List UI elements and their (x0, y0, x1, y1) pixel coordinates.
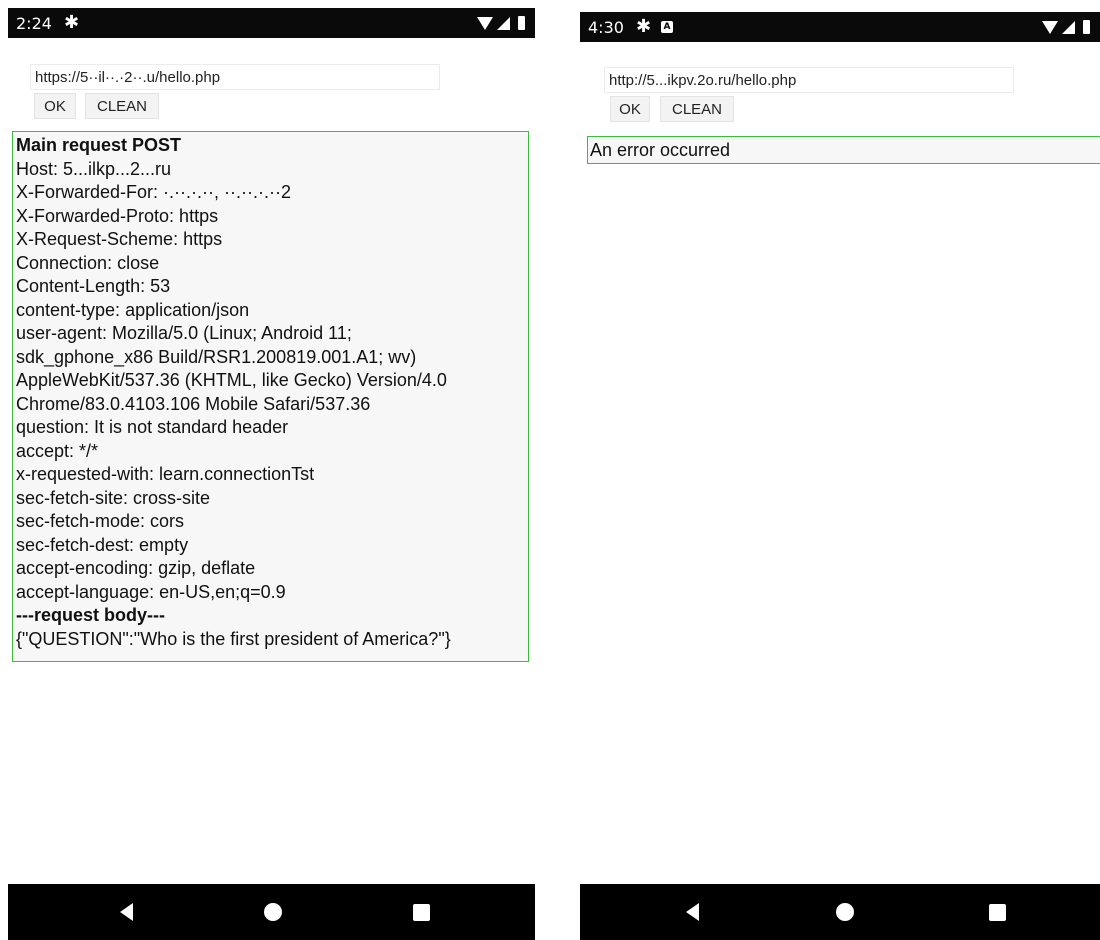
status-bar: 2:24 ✱ (8, 8, 535, 38)
error-message: An error occurred (587, 136, 1100, 164)
response-title: Main request POST (16, 135, 182, 155)
header-line: sec-fetch-dest: empty (16, 534, 189, 555)
cell-signal-icon (1062, 20, 1075, 34)
home-button[interactable] (825, 884, 865, 940)
recents-icon (412, 903, 430, 921)
back-button[interactable] (106, 884, 146, 940)
url-input[interactable] (604, 67, 1014, 93)
header-line: sec-fetch-site: cross-site (16, 487, 211, 508)
home-icon (836, 903, 854, 921)
request-body: {"QUESTION":"Who is the first president … (16, 628, 451, 649)
ok-button[interactable]: OK (610, 96, 650, 122)
url-input[interactable] (30, 64, 440, 90)
recents-button[interactable] (977, 884, 1017, 940)
phone-screen-right: 4:30 ✱ A OK CLEAN An error occurred (580, 0, 1100, 940)
header-line: Chrome/83.0.4103.106 Mobile Safari/537.3… (16, 393, 371, 414)
gear-icon: ✱ (63, 12, 80, 33)
header-line: sec-fetch-mode: cors (16, 511, 185, 531)
wifi-icon (1042, 20, 1058, 34)
recents-icon (988, 903, 1006, 921)
status-time: 4:30 (588, 17, 624, 37)
header-line: content-type: application/json (16, 299, 250, 320)
recents-button[interactable] (401, 884, 441, 940)
response-output: Main request POST Host: 5...ilkp...2...r… (12, 131, 529, 662)
header-line: accept-language: en-US,en;q=0.9 (16, 581, 286, 602)
battery-icon (1083, 20, 1090, 34)
request-body-heading: ---request body--- (16, 605, 165, 625)
back-button[interactable] (672, 884, 712, 940)
battery-icon (518, 16, 525, 30)
home-button[interactable] (253, 884, 293, 940)
status-icons (477, 16, 525, 30)
status-time: 2:24 (16, 13, 52, 33)
header-line: AppleWebKit/537.36 (KHTML, like Gecko) V… (16, 370, 447, 390)
status-icons (1042, 20, 1090, 34)
phone-screen-left: 2:24 ✱ OK CLEAN Main request POST Host: … (8, 0, 535, 940)
header-line: Content-Length: 53 (16, 276, 171, 296)
header-line: x-requested-with: learn.connectionTst (16, 464, 315, 484)
navigation-bar (8, 884, 535, 940)
header-line: sdk_gphone_x86 Build/RSR1.200819.001.A1;… (16, 346, 417, 367)
header-line: X-Forwarded-For: ·.··.·.··, ··.··.·.··2 (16, 182, 291, 202)
back-icon (119, 903, 133, 921)
header-line: X-Request-Scheme: https (16, 229, 223, 249)
header-line: Connection: close (16, 252, 160, 273)
gear-icon: ✱ (635, 16, 652, 37)
cell-signal-icon (497, 16, 510, 30)
wifi-icon (477, 16, 493, 30)
status-bar: 4:30 ✱ A (580, 12, 1100, 42)
header-line: question: It is not standard header (16, 417, 289, 437)
header-line: user-agent: Mozilla/5.0 (Linux; Android … (16, 323, 352, 343)
header-line: accept: */* (16, 440, 99, 461)
home-icon (264, 903, 282, 921)
clean-button[interactable]: CLEAN (85, 93, 159, 119)
header-line: Host: 5...ilkp...2...ru (16, 158, 172, 179)
header-line: accept-encoding: gzip, deflate (16, 558, 256, 578)
back-icon (685, 903, 699, 921)
clean-button[interactable]: CLEAN (660, 96, 734, 122)
ok-button[interactable]: OK (34, 93, 76, 119)
a-notification-icon: A (661, 21, 674, 33)
navigation-bar (580, 884, 1100, 940)
header-line: X-Forwarded-Proto: https (16, 205, 219, 226)
